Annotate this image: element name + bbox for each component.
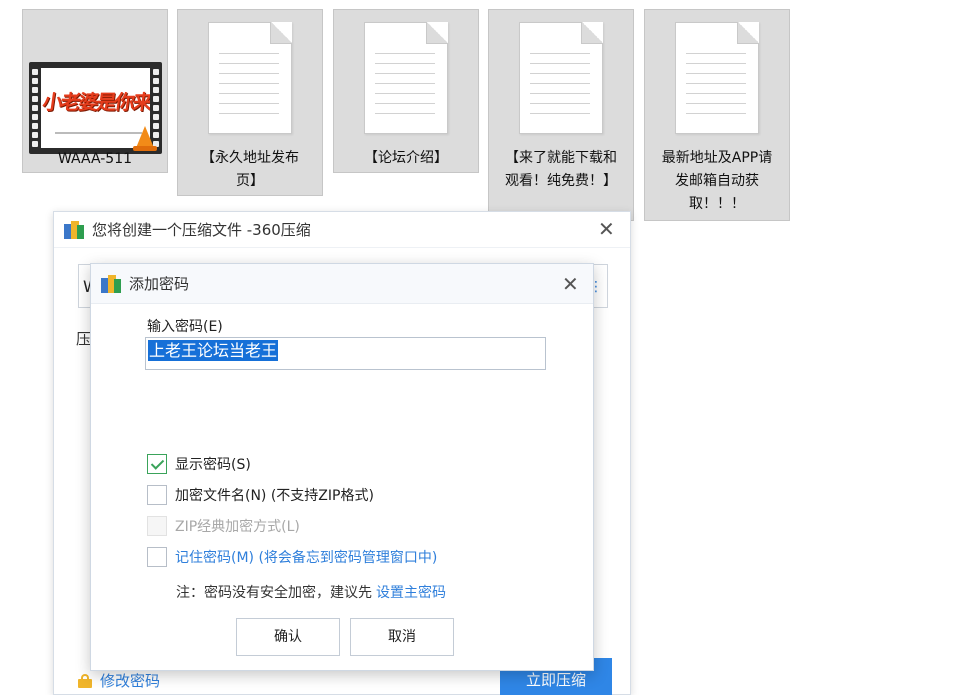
show-password-checkbox[interactable] <box>147 454 167 474</box>
show-password-label: 显示密码(S) <box>175 457 251 473</box>
zip-classic-checkbox <box>147 516 167 536</box>
thumbnail-title: 小老婆是你来 <box>41 90 150 114</box>
password-value: 上老王论坛当老王 <box>148 340 279 361</box>
file-item-doc[interactable]: 【论坛介绍】 <box>333 9 479 173</box>
password-dialog-titlebar[interactable]: 添加密码 <box>91 264 593 304</box>
cancel-button[interactable]: 取消 <box>350 618 454 656</box>
password-dialog: 添加密码 ✕ 输入密码(E) 上老王论坛当老王 显示密码(S) 加密文件名(N)… <box>90 263 594 671</box>
ok-button[interactable]: 确认 <box>236 618 340 656</box>
set-master-password-link[interactable]: 设置主密码 <box>376 585 446 601</box>
file-label: 【论坛介绍】 <box>364 150 448 166</box>
remember-password-label: 记住密码(M) (将会备忘到密码管理窗口中) <box>175 550 438 566</box>
document-icon <box>675 22 759 134</box>
change-password-link[interactable]: 修改密码 <box>78 670 160 691</box>
document-icon <box>364 22 448 134</box>
change-password-label: 修改密码 <box>100 672 161 690</box>
file-item-video[interactable]: 小老婆是你来 WAAA-511 <box>22 9 168 173</box>
video-thumbnail: 小老婆是你来 <box>29 62 162 154</box>
remember-password-option[interactable]: 记住密码(M) (将会备忘到密码管理窗口中) <box>147 547 437 567</box>
encrypt-filenames-option[interactable]: 加密文件名(N) (不支持ZIP格式) <box>147 485 374 505</box>
file-item-doc[interactable]: 【永久地址发布页】 <box>177 9 323 196</box>
compress-label: 压 <box>76 330 92 348</box>
file-label: 【来了就能下载和观看！纯免费！】 <box>505 150 617 189</box>
lock-icon <box>78 673 92 688</box>
close-icon[interactable]: ✕ <box>562 274 579 294</box>
file-item-doc[interactable]: 最新地址及APP请发邮箱自动获取！！！ <box>644 9 790 221</box>
close-icon[interactable]: ✕ <box>598 219 615 239</box>
document-icon <box>519 22 603 134</box>
show-password-option[interactable]: 显示密码(S) <box>147 454 251 474</box>
compress-dialog-title: 您将创建一个压缩文件 -360压缩 <box>92 221 311 239</box>
password-label: 输入密码(E) <box>147 319 223 335</box>
360zip-icon <box>101 274 121 293</box>
zip-classic-option: ZIP经典加密方式(L) <box>147 516 300 536</box>
encrypt-filenames-checkbox[interactable] <box>147 485 167 505</box>
remember-password-checkbox[interactable] <box>147 547 167 567</box>
file-label: 最新地址及APP请发邮箱自动获取！！！ <box>661 150 773 212</box>
360zip-icon <box>64 220 84 239</box>
document-icon <box>208 22 292 134</box>
security-note: 注：密码没有安全加密，建议先 设置主密码 <box>176 582 446 602</box>
password-dialog-title: 添加密码 <box>129 275 190 293</box>
file-label: WAAA-511 <box>57 151 133 167</box>
zip-classic-label: ZIP经典加密方式(L) <box>175 519 300 535</box>
file-item-doc[interactable]: 【来了就能下载和观看！纯免费！】 <box>488 9 634 221</box>
vlc-cone-icon <box>136 126 154 148</box>
file-label: 【永久地址发布页】 <box>201 150 299 189</box>
password-input[interactable]: 上老王论坛当老王 <box>145 337 546 370</box>
security-note-text: 注：密码没有安全加密，建议先 <box>176 585 372 601</box>
encrypt-filenames-label: 加密文件名(N) (不支持ZIP格式) <box>175 488 374 504</box>
compress-dialog-titlebar[interactable]: 您将创建一个压缩文件 -360压缩 <box>54 212 630 248</box>
